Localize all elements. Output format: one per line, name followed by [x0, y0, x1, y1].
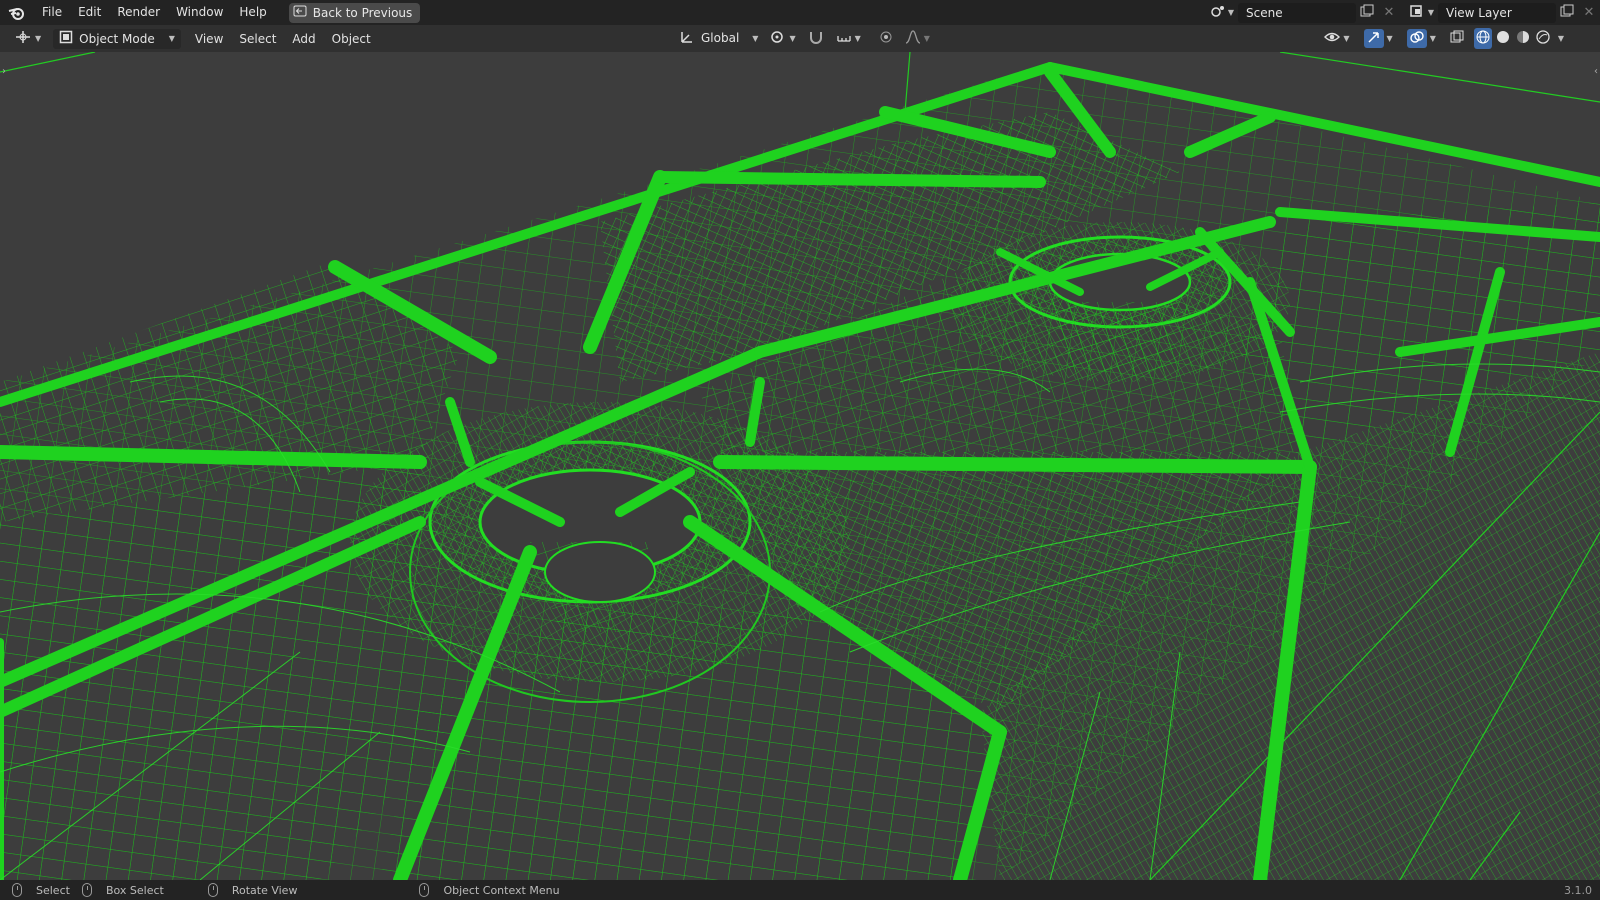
- orientation-label: Global: [701, 31, 740, 45]
- menu-edit[interactable]: Edit: [70, 0, 109, 25]
- new-view-layer-button[interactable]: [1556, 3, 1578, 23]
- falloff-icon: [905, 29, 921, 47]
- overlays-dropdown[interactable]: ▼: [1403, 29, 1440, 49]
- status-bar: Select Box Select Rotate View Object Con…: [0, 880, 1600, 900]
- mouse-icon: [12, 883, 22, 897]
- chevron-down-icon: ▼: [1343, 34, 1350, 43]
- close-icon: ✕: [1383, 5, 1395, 20]
- transform-controls: Global ▼ ▼ ▼ ▼: [676, 28, 934, 48]
- chevron-down-icon: ▼: [1429, 34, 1436, 43]
- gizmo-dropdown[interactable]: ▼: [1360, 29, 1397, 49]
- chevron-down-icon: ▼: [752, 33, 759, 43]
- snap-icon: [808, 30, 824, 47]
- view-layer-name-field[interactable]: View Layer: [1438, 2, 1556, 23]
- blender-logo-icon[interactable]: [0, 0, 34, 25]
- menu-render[interactable]: Render: [109, 0, 168, 25]
- orientation-dropdown[interactable]: Global ▼: [676, 28, 762, 48]
- snap-increment-dropdown[interactable]: ▼: [832, 28, 865, 48]
- view-layer-selector-button[interactable]: ▼: [1406, 3, 1438, 23]
- status-context-menu-label: Object Context Menu: [443, 883, 560, 897]
- falloff-dropdown[interactable]: ▼: [901, 28, 934, 48]
- delete-scene-button[interactable]: ✕: [1378, 3, 1400, 23]
- rendered-shading-icon[interactable]: [1534, 28, 1552, 49]
- orientation-icon: [680, 30, 694, 47]
- overlay-icon: [1406, 29, 1427, 48]
- back-to-previous-label: Back to Previous: [312, 5, 413, 20]
- mouse-icon: [419, 883, 430, 897]
- menu-file[interactable]: File: [34, 0, 70, 25]
- scene-name: Scene: [1246, 5, 1283, 20]
- header-menu-object[interactable]: Object: [324, 32, 379, 46]
- new-scene-button[interactable]: [1356, 3, 1378, 23]
- visibility-icon: [1324, 30, 1341, 47]
- pivot-dropdown[interactable]: ▼: [766, 28, 799, 48]
- chevron-down-icon: ▼: [1386, 34, 1393, 43]
- scene-selector-button[interactable]: ▼: [1206, 3, 1238, 23]
- delete-view-layer-button[interactable]: ✕: [1578, 3, 1600, 23]
- status-box-select-label: Box Select: [105, 883, 164, 897]
- gizmo-icon: [1363, 29, 1384, 48]
- status-context-menu: Object Context Menu: [419, 883, 560, 897]
- sidebar-expand-arrow-icon[interactable]: ‹: [1594, 66, 1598, 77]
- status-select-label: Select: [36, 883, 70, 897]
- chevron-down-icon: ▼: [35, 34, 42, 43]
- header-menu-add[interactable]: Add: [284, 32, 323, 46]
- material-shading-icon[interactable]: [1514, 28, 1532, 49]
- xray-toggle[interactable]: [1446, 29, 1468, 49]
- snap-increment-icon: [836, 30, 852, 47]
- close-icon: ✕: [1583, 5, 1595, 20]
- new-icon: [1560, 4, 1574, 21]
- workspace-selectors: ▼ Scene ✕ ▼ View Layer ✕: [1206, 0, 1600, 25]
- header-menu-select[interactable]: Select: [231, 32, 284, 46]
- menu-help[interactable]: Help: [231, 0, 274, 25]
- object-visibility-dropdown[interactable]: ▼: [1320, 29, 1353, 49]
- status-box-select: Box Select: [81, 883, 164, 897]
- top-bar: File Edit Render Window Help Back to Pre…: [0, 0, 1600, 25]
- chevron-down-icon: ▼: [1227, 8, 1235, 17]
- mouse-icon: [81, 883, 92, 897]
- chevron-down-icon: ▼: [854, 33, 861, 43]
- object-mode-label: Object Mode: [79, 31, 155, 46]
- solid-shading-icon[interactable]: [1494, 28, 1512, 49]
- chevron-down-icon: ▼: [168, 34, 175, 43]
- status-rotate-view: Rotate View: [207, 883, 298, 897]
- object-mode-icon: [59, 30, 73, 47]
- proportional-icon: [879, 30, 893, 47]
- viewport-header: ▼ Object Mode ▼ View Select Add Object G…: [0, 25, 1600, 52]
- version-label: 3.1.0: [1564, 883, 1592, 897]
- menu-window[interactable]: Window: [168, 0, 231, 25]
- wireframe-scene: [0, 52, 1600, 880]
- proportional-editing-toggle[interactable]: [875, 28, 897, 48]
- scene-name-field[interactable]: Scene: [1238, 2, 1356, 23]
- mouse-icon: [207, 883, 218, 897]
- viewport-display-controls: ▼ ▼ ▼ ▼: [1320, 28, 1564, 49]
- wireframe-shading-icon[interactable]: [1473, 28, 1492, 49]
- pivot-icon: [770, 30, 786, 47]
- editor-type-button[interactable]: ▼: [10, 29, 45, 49]
- back-icon: [293, 5, 307, 20]
- chevron-down-icon: ▼: [1427, 8, 1435, 17]
- toolbar-expand-arrow-icon[interactable]: ›: [2, 66, 6, 77]
- 3d-viewport[interactable]: › ‹: [0, 52, 1600, 880]
- view-layer-name: View Layer: [1446, 5, 1512, 20]
- shading-mode-group: ▼: [1473, 28, 1564, 49]
- snap-toggle[interactable]: [804, 28, 828, 48]
- view-layer-icon: [1410, 4, 1426, 21]
- chevron-down-icon: ▼: [923, 33, 930, 43]
- editor-type-icon: [14, 30, 32, 47]
- new-icon: [1360, 4, 1374, 21]
- object-mode-dropdown[interactable]: Object Mode ▼: [53, 28, 181, 49]
- chevron-down-icon[interactable]: ▼: [1558, 34, 1564, 43]
- header-menu-view[interactable]: View: [187, 32, 231, 46]
- xray-icon: [1450, 30, 1464, 47]
- back-to-previous-button[interactable]: Back to Previous: [288, 2, 421, 23]
- status-rotate-view-label: Rotate View: [231, 883, 298, 897]
- status-select: Select: [12, 883, 70, 897]
- chevron-down-icon: ▼: [789, 33, 796, 43]
- scene-icon: [1210, 4, 1226, 21]
